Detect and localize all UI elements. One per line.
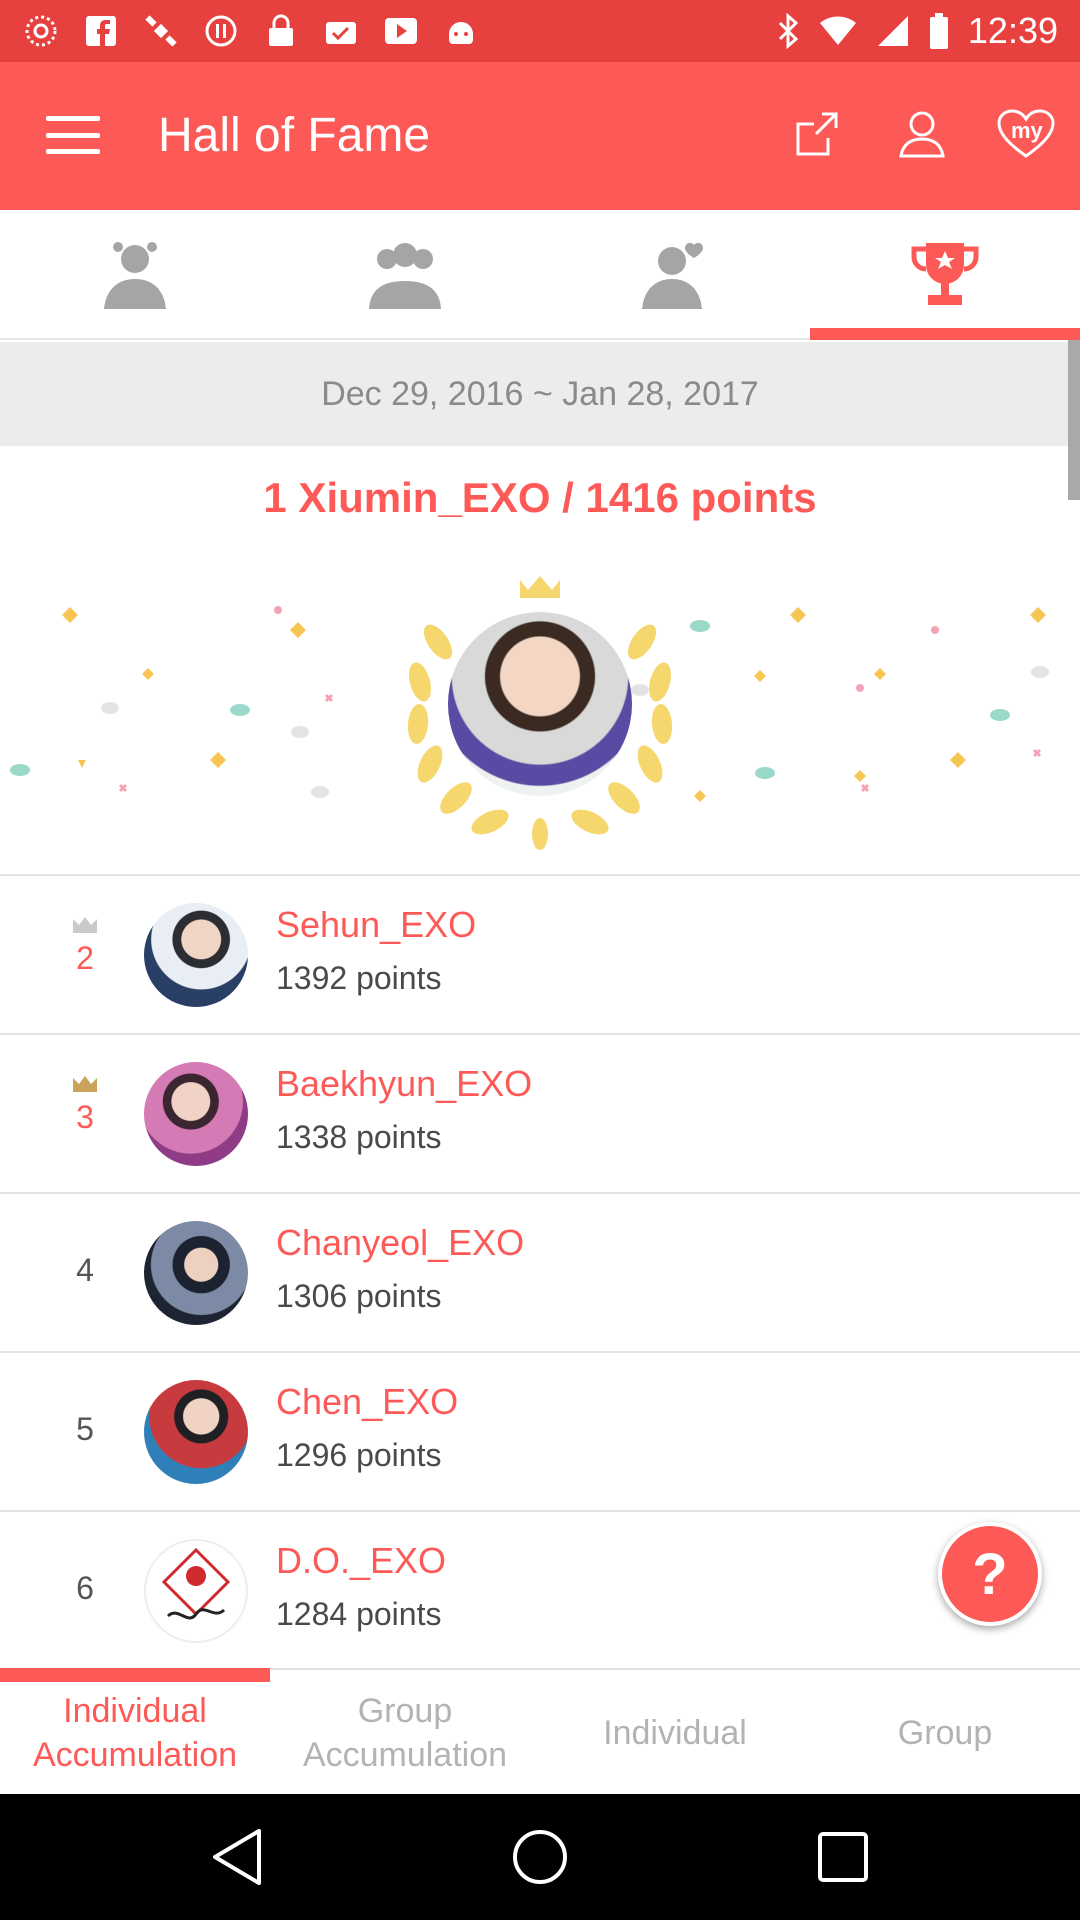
heart-my-icon[interactable]: my <box>994 102 1058 166</box>
rank-number: 4 <box>76 1252 94 1288</box>
member-name[interactable]: D.O._EXO <box>276 1540 446 1582</box>
rank-number: 5 <box>76 1411 94 1447</box>
home-icon[interactable] <box>507 1824 573 1890</box>
signal-icon <box>877 16 908 46</box>
satellite-icon <box>142 12 180 50</box>
menu-icon[interactable] <box>40 110 106 160</box>
date-range: Dec 29, 2016 ~ Jan 28, 2017 <box>321 374 759 413</box>
signature-emblem-icon <box>161 1547 231 1620</box>
tab-label-line: Individual <box>63 1691 207 1730</box>
recents-icon[interactable] <box>810 1824 876 1890</box>
category-tabs <box>0 210 1080 340</box>
profile-icon[interactable] <box>890 102 954 166</box>
tab-group[interactable]: Group <box>810 1670 1080 1796</box>
bottom-tab-indicator <box>0 1668 270 1682</box>
heart-my-label: my <box>1011 118 1043 143</box>
pause-icon <box>202 12 240 50</box>
share-icon[interactable] <box>786 102 850 166</box>
member-name[interactable]: Baekhyun_EXO <box>276 1063 532 1105</box>
tab-label-line: Accumulation <box>32 1736 238 1774</box>
member-points: 1284 points <box>276 1596 442 1632</box>
android-icon <box>442 12 480 50</box>
member-points: 1392 points <box>276 960 442 996</box>
tab-individual[interactable]: Individual <box>540 1670 810 1796</box>
rank-number: 2 <box>76 940 94 976</box>
wifi-icon <box>819 16 856 45</box>
list-item[interactable]: 2 Sehun_EXO 1392 points <box>0 874 1080 1033</box>
tab-label-line: Group <box>357 1691 453 1730</box>
trophy-icon <box>911 243 979 305</box>
tab-hall-of-fame[interactable] <box>810 210 1080 340</box>
list-item[interactable]: 6 D.O._EXO 1284 points <box>0 1510 1080 1669</box>
tab-group-accumulation[interactable]: Group Accumulation <box>270 1670 540 1796</box>
bluetooth-icon <box>778 13 799 49</box>
status-bar: 12:39 <box>0 0 1080 62</box>
facebook-icon <box>82 12 120 50</box>
tab-favorite[interactable] <box>540 210 810 340</box>
list-item[interactable]: 3 Baekhyun_EXO 1338 points <box>0 1033 1080 1192</box>
rank-number: 3 <box>76 1099 94 1135</box>
briefcase-check-icon <box>322 12 360 50</box>
tab-label-line: Accumulation <box>302 1736 508 1774</box>
crown-icon <box>73 917 97 933</box>
person-heart-icon <box>642 242 703 309</box>
tab-group[interactable] <box>270 210 540 340</box>
list-item[interactable]: 4 Chanyeol_EXO 1306 points <box>0 1192 1080 1351</box>
battery-icon <box>929 13 948 49</box>
rank-number: 6 <box>76 1570 94 1606</box>
member-points: 1338 points <box>276 1119 442 1155</box>
help-button[interactable]: ? <box>938 1522 1042 1626</box>
system-status: 12:39 <box>776 10 1058 52</box>
back-icon[interactable] <box>204 1824 270 1890</box>
winner-avatar[interactable] <box>448 612 632 796</box>
clock: 12:39 <box>967 10 1058 51</box>
bottom-tabs: Individual Accumulation Group Accumulation… <box>0 1668 1080 1794</box>
date-range-band: Dec 29, 2016 ~ Jan 28, 2017 <box>0 342 1080 446</box>
avatar[interactable] <box>144 1062 248 1166</box>
list-item[interactable]: 5 Chen_EXO 1296 points <box>0 1351 1080 1510</box>
page-title: Hall of Fame <box>158 109 431 162</box>
winner-title: 1 Xiumin_EXO / 1416 points <box>263 474 817 521</box>
member-points: 1306 points <box>276 1278 442 1314</box>
winner-banner <box>0 560 1080 860</box>
app-bar: Hall of Fame my <box>0 62 1080 210</box>
crown-icon <box>73 1076 97 1092</box>
avatar[interactable] <box>144 1380 248 1484</box>
play-icon <box>382 12 420 50</box>
member-name[interactable]: Chen_EXO <box>276 1381 458 1423</box>
aperture-icon <box>22 12 60 50</box>
tab-individual[interactable] <box>0 210 270 340</box>
avatar[interactable] <box>144 1221 248 1325</box>
single-person-icon <box>104 242 166 309</box>
lock-icon <box>262 12 300 50</box>
notification-icons <box>22 10 480 52</box>
navigation-bar <box>0 1794 1080 1920</box>
avatar[interactable] <box>144 1539 248 1643</box>
member-name[interactable]: Chanyeol_EXO <box>276 1222 524 1264</box>
member-points: 1296 points <box>276 1437 442 1473</box>
tab-individual-accumulation[interactable]: Individual Accumulation <box>0 1670 270 1796</box>
tab-indicator <box>810 328 1080 340</box>
avatar[interactable] <box>144 903 248 1007</box>
group-icon <box>369 243 441 309</box>
member-name[interactable]: Sehun_EXO <box>276 904 476 946</box>
